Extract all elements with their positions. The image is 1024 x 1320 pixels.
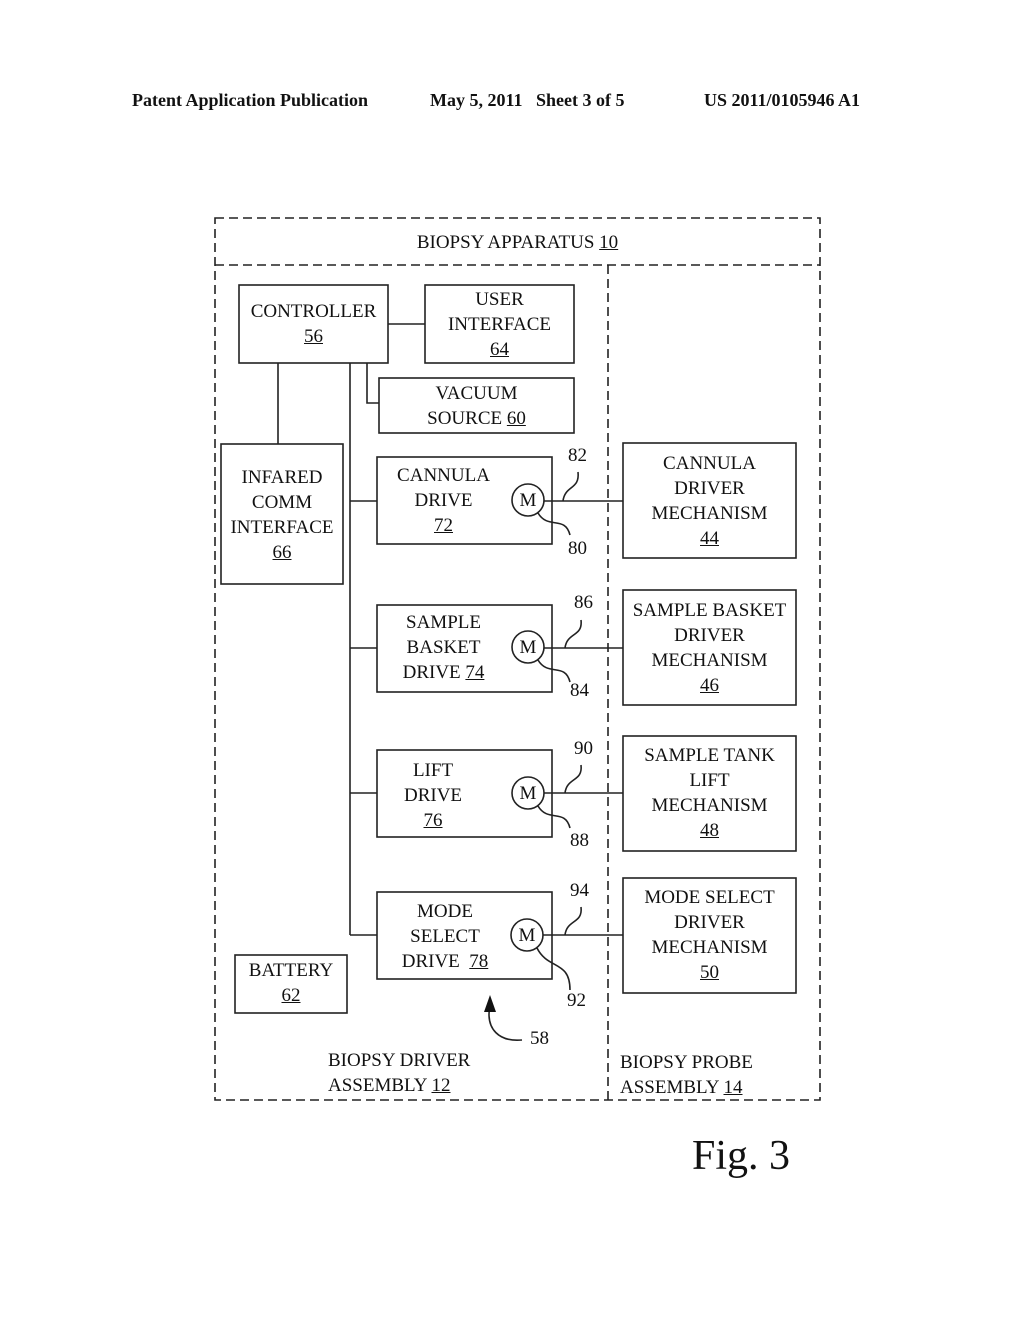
cannula-driver-mech-label: CANNULA DRIVER MECHANISM 44: [651, 453, 768, 549]
user-interface-label: USER INTERFACE 64: [447, 289, 552, 360]
callout-84: 84: [570, 680, 589, 701]
arrow-58-head: [484, 995, 496, 1012]
motor-icon-92: M: [518, 925, 536, 946]
callout-90: 90: [574, 738, 593, 759]
battery-label: BATTERY 62: [248, 960, 334, 1006]
motor-icon-88: M: [519, 783, 537, 804]
sample-basket-drive-label: SAMPLE BASKET DRIVE 74: [402, 612, 485, 683]
figure-label: Fig. 3: [692, 1133, 791, 1179]
callout-94: 94: [570, 880, 589, 901]
mode-select-driver-mech-label: MODE SELECT DRIVER MECHANISM 50: [644, 887, 775, 983]
callout-88: 88: [570, 830, 589, 851]
callout-58: 58: [530, 1028, 549, 1049]
cannula-drive-label: CANNULA DRIVE 72: [397, 465, 490, 536]
driver-assembly-label: BIOPSY DRIVER ASSEMBLY 12: [328, 1050, 471, 1096]
motor-icon-84: M: [519, 637, 537, 658]
mode-select-drive-label: MODE SELECT DRIVE 78: [401, 901, 489, 972]
vacuum-source-label: VACUUM SOURCE 60: [427, 383, 526, 429]
callout-86: 86: [574, 592, 593, 613]
callout-82: 82: [568, 445, 587, 466]
motor-icon-80: M: [519, 490, 537, 511]
sample-tank-lift-mech-label: SAMPLE TANK LIFT MECHANISM 48: [644, 745, 775, 841]
diagram-lines: [214, 217, 821, 1101]
controller-label: CONTROLLER 56: [250, 301, 377, 347]
callout-92: 92: [567, 990, 586, 1011]
sample-basket-driver-mech-label: SAMPLE BASKET DRIVER MECHANISM 46: [632, 600, 787, 696]
callout-80: 80: [568, 538, 587, 559]
infared-comm-label: INFARED COMM INTERFACE 66: [230, 467, 334, 563]
apparatus-title: BIOPSY APPARATUS 10: [416, 232, 619, 253]
probe-assembly-label: BIOPSY PROBE ASSEMBLY 14: [620, 1052, 753, 1098]
lift-drive-label: LIFT DRIVE 76: [403, 760, 463, 831]
